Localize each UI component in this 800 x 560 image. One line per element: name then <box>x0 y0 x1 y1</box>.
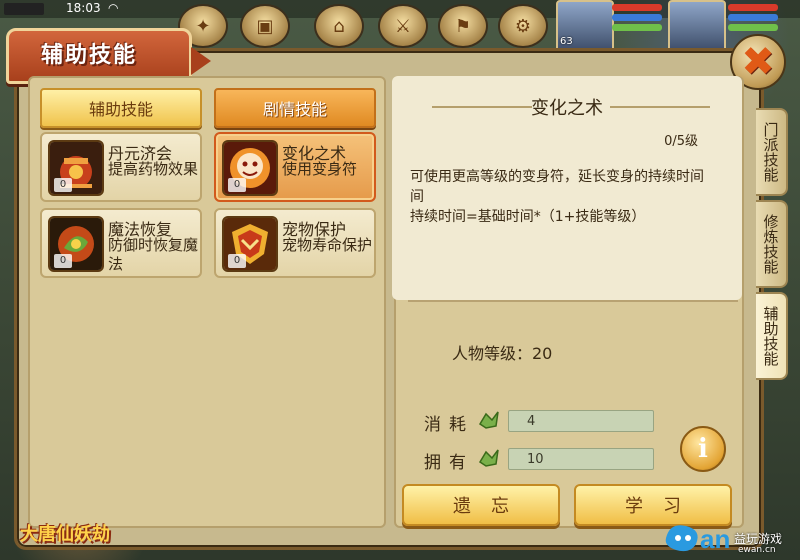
skill-description: 宠物寿命保护 <box>282 236 373 254</box>
detail-description-line3: 持续时间=基础时间*（1+技能等级） <box>410 209 646 225</box>
window-title: 辅助技能 <box>40 43 137 68</box>
side-tab-sect-skills[interactable]: 门派技能 <box>756 108 788 196</box>
skill-description: 使用变身符 <box>282 160 358 178</box>
skill-level: 0 <box>228 254 246 268</box>
hud-chest-icon[interactable]: ⌂ <box>314 4 364 48</box>
hud-crossed-weapons-icon[interactable]: ⚔ <box>378 4 428 48</box>
transformation-mask-icon: 0 <box>222 140 278 196</box>
tab-support-skills[interactable]: 辅助技能 <box>40 88 202 128</box>
skill-description: 防御时恢复魔法 <box>108 236 199 273</box>
jade-currency-icon <box>478 449 499 467</box>
skill-detail-top: 变化之术 0/5级 可使用更高等级的变身符，延长变身的持续时间 间 持续时间=基… <box>392 76 742 300</box>
hud-flag-icon[interactable]: ⚑ <box>438 4 488 48</box>
status-time: 18:03 <box>66 1 101 15</box>
detail-divider <box>408 300 738 302</box>
pet-shield-icon: 0 <box>222 216 278 272</box>
hero-level: 63 <box>560 36 573 47</box>
status-indicator <box>4 3 44 15</box>
own-label: 拥有 <box>424 453 474 473</box>
watermark-subtext: ewan.cn <box>738 545 776 555</box>
tab-story-skills[interactable]: 剧情技能 <box>214 88 376 128</box>
skill-list-panel: 辅助技能 剧情技能 0 丹元济会 提高药物效果 0 变化之术 使用变身符 0 魔… <box>28 76 386 528</box>
title-ornament-right <box>610 106 710 108</box>
detail-description-line1: 可使用更高等级的变身符，延长变身的持续时间 <box>410 169 704 185</box>
detail-skill-level: 0/5级 <box>664 134 698 149</box>
forget-button[interactable]: 遗忘 <box>402 484 560 526</box>
character-level: 人物等级：20 <box>452 344 553 363</box>
jade-currency-icon <box>478 411 499 429</box>
side-tab-support-skills[interactable]: 辅助技能 <box>756 292 788 380</box>
game-logo: 大唐仙妖劫 <box>20 524 110 545</box>
pet-status-bars <box>728 4 778 34</box>
hud-bag-icon[interactable]: ▣ <box>240 4 290 48</box>
wifi-icon: ◠ <box>108 1 119 15</box>
skill-description: 提高药物效果 <box>108 160 199 178</box>
detail-description-line2: 间 <box>410 189 424 205</box>
skill-level: 0 <box>54 254 72 268</box>
hud-settings-icon[interactable]: ⚙ <box>498 4 548 48</box>
skill-level: 0 <box>54 178 72 192</box>
elixir-cauldron-icon: 0 <box>48 140 104 196</box>
skill-level: 0 <box>228 178 246 192</box>
close-x-icon: ✖ <box>741 39 775 85</box>
skill-card-pet-protection[interactable]: 0 宠物保护 宠物寿命保护 <box>214 208 376 278</box>
side-tab-cultivation-skills[interactable]: 修炼技能 <box>756 200 788 288</box>
info-button[interactable]: i <box>680 426 726 472</box>
svg-text:an: an <box>700 524 730 554</box>
skill-card-transformation[interactable]: 0 变化之术 使用变身符 <box>214 132 376 202</box>
cost-value-field: 4 <box>508 410 654 432</box>
cost-label: 消耗 <box>424 415 474 435</box>
magic-restore-icon: 0 <box>48 216 104 272</box>
skill-card-magic-restore[interactable]: 0 魔法恢复 防御时恢复魔法 <box>40 208 202 278</box>
own-value-field: 10 <box>508 448 654 470</box>
pet-portrait[interactable] <box>668 0 726 52</box>
skill-card-elixir[interactable]: 0 丹元济会 提高药物效果 <box>40 132 202 202</box>
hero-status-bars <box>612 4 662 34</box>
